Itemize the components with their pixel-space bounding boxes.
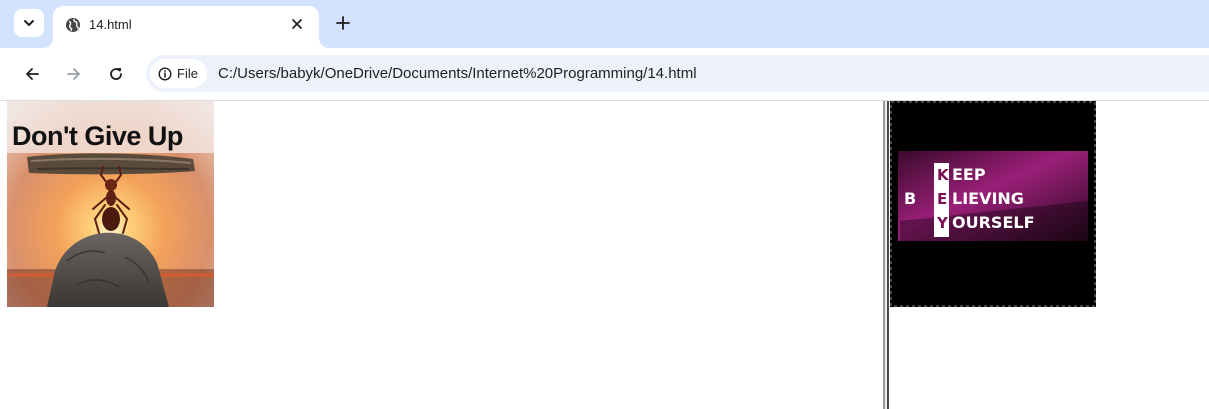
- line-3-text: OURSELF: [952, 213, 1035, 232]
- frame-divider[interactable]: [883, 101, 889, 409]
- key-letter-k: K: [937, 166, 949, 184]
- arrow-right-icon: [67, 68, 80, 80]
- dont-give-up-image: Don't Give Up: [7, 101, 214, 307]
- address-bar[interactable]: File C:/Users/babyk/OneDrive/Documents/I…: [146, 55, 1209, 92]
- close-icon: [292, 19, 302, 29]
- new-tab-button[interactable]: [332, 12, 354, 34]
- tab-title: 14.html: [89, 17, 132, 32]
- tab-close-button[interactable]: [287, 14, 307, 34]
- line-1-text: EEP: [952, 165, 986, 184]
- tab-strip: 14.html: [0, 0, 1209, 48]
- key-letter-y: Y: [937, 214, 948, 232]
- globe-icon: [66, 18, 80, 32]
- line-2-prefix: B: [904, 189, 917, 208]
- url-text[interactable]: C:/Users/babyk/OneDrive/Documents/Intern…: [218, 65, 697, 82]
- key-letter-e: E: [937, 190, 948, 208]
- chip-label: File: [177, 66, 198, 81]
- plus-icon: [336, 16, 350, 30]
- site-info-chip[interactable]: File: [150, 59, 207, 88]
- reload-button[interactable]: [104, 62, 128, 86]
- image-caption: Don't Give Up: [12, 121, 183, 151]
- info-icon: [158, 66, 172, 81]
- reload-icon: [110, 68, 122, 80]
- line-2-text: LIEVING: [952, 189, 1024, 208]
- browser-toolbar: File C:/Users/babyk/OneDrive/Documents/I…: [0, 48, 1209, 101]
- keep-believing-yourself-image: K EEP B E LIEVING Y OURSELF: [890, 101, 1096, 307]
- active-tab[interactable]: 14.html: [53, 6, 319, 48]
- back-button[interactable]: [20, 62, 44, 86]
- tab-search-button[interactable]: [14, 9, 44, 37]
- chevron-down-icon: [24, 20, 34, 26]
- page-content: Don't Give Up K EEP B E LIEVING Y OURSEL…: [0, 101, 1209, 409]
- forward-button[interactable]: [62, 62, 86, 86]
- arrow-left-icon: [26, 68, 39, 80]
